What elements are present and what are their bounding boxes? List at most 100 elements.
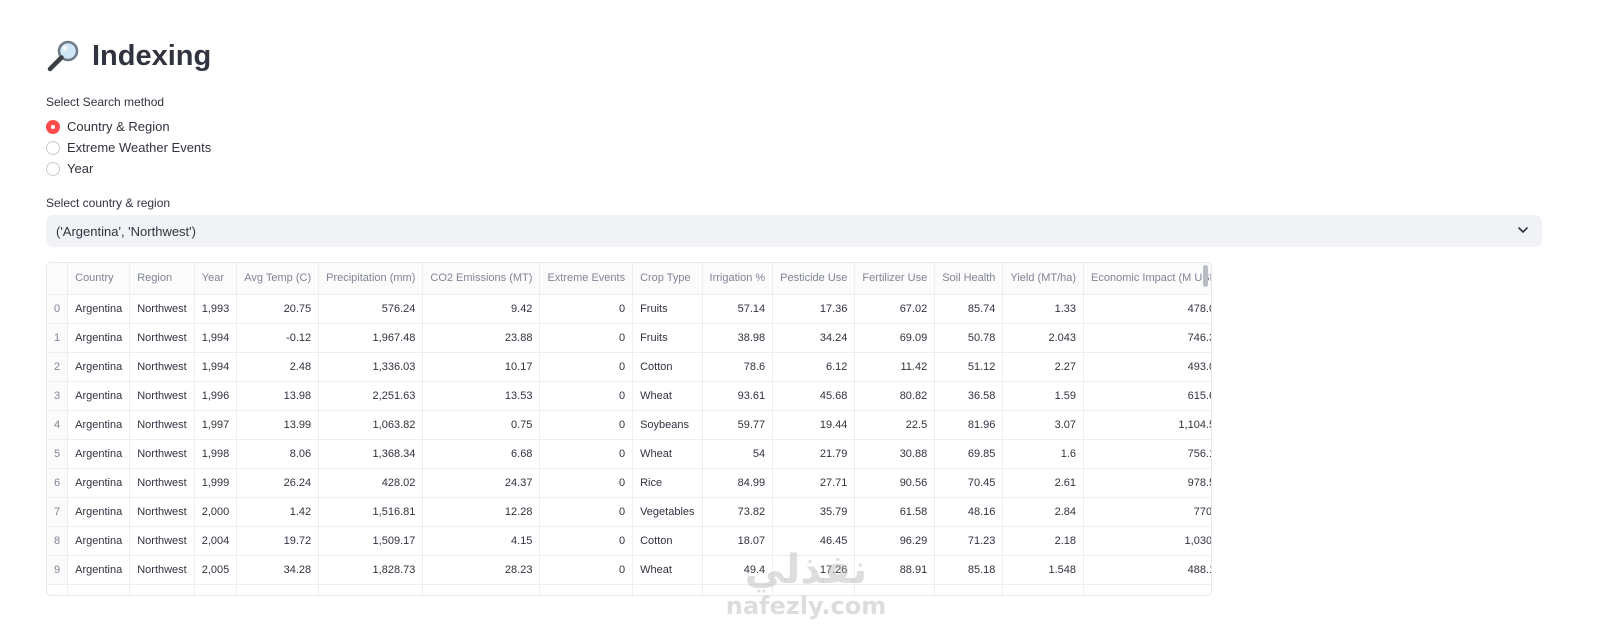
table-cell[interactable]: 51.12 (934, 352, 1004, 382)
column-header[interactable]: CO2 Emissions (MT) (422, 263, 541, 295)
table-cell[interactable]: 1,994 (194, 352, 238, 382)
table-cell[interactable]: 0 (539, 352, 634, 382)
table-cell[interactable]: 34.28 (236, 555, 320, 585)
column-header[interactable]: Economic Impact (M USD) (1083, 263, 1211, 295)
table-cell[interactable]: 80.82 (854, 381, 936, 411)
row-index-cell[interactable]: 3 (47, 381, 69, 411)
table-cell[interactable]: 1,030.5 (1083, 526, 1211, 556)
table-cell[interactable]: 1,994 (194, 323, 238, 353)
table-cell[interactable]: 13.53 (422, 381, 541, 411)
table-cell[interactable]: Cotton (632, 352, 703, 382)
column-header[interactable]: Crop Type (632, 263, 703, 295)
table-cell[interactable]: 73.82 (702, 497, 774, 527)
table-cell[interactable]: 1,997 (194, 410, 238, 440)
table-row[interactable]: 8 Argentina Northwest 2,004 19.72 1,509.17 4.1… (47, 526, 1211, 556)
table-cell[interactable]: Northwest (129, 352, 195, 382)
table-cell[interactable]: 0 (539, 410, 634, 440)
column-header[interactable]: Region (129, 263, 195, 295)
table-cell[interactable]: 59.77 (702, 410, 774, 440)
table-cell[interactable]: 19.44 (772, 410, 856, 440)
table-row[interactable]: 0 Argentina Northwest 1,993 20.75 576.24 9.42 0… (47, 294, 1211, 324)
table-cell[interactable]: 2,251.63 (318, 381, 424, 411)
table-cell[interactable]: 48.16 (934, 497, 1004, 527)
table-cell[interactable]: 0 (539, 381, 634, 411)
chevron-down-icon[interactable] (1516, 223, 1530, 237)
table-cell[interactable]: 9.42 (422, 294, 541, 324)
table-cell[interactable]: Rice (632, 468, 703, 498)
table-cell[interactable]: 1,104.59 (1083, 410, 1211, 440)
table-cell[interactable]: 2.27 (1002, 352, 1085, 382)
table-cell[interactable]: 3.07 (1002, 410, 1085, 440)
table-cell[interactable]: 0 (539, 497, 634, 527)
table-cell[interactable]: Wheat (632, 555, 703, 585)
table-row[interactable]: 6 Argentina Northwest 1,999 26.24 428.02 24.37… (47, 468, 1211, 498)
table-cell[interactable]: Northwest (129, 381, 195, 411)
table-cell[interactable]: 30.88 (854, 439, 936, 469)
table-cell[interactable]: 1.548 (1002, 555, 1085, 585)
table-cell[interactable]: Argentina (67, 439, 131, 469)
table-cell[interactable]: 21.79 (772, 439, 856, 469)
table-cell[interactable]: 13.98 (236, 381, 320, 411)
table-cell[interactable]: 493.08 (1083, 352, 1211, 382)
table-row[interactable]: 3 Argentina Northwest 1,996 13.98 2,251.63 13.… (47, 381, 1211, 411)
table-cell[interactable]: 0 (539, 468, 634, 498)
table-cell[interactable]: 61.58 (854, 497, 936, 527)
table-cell[interactable]: 0 (539, 555, 634, 585)
table-cell[interactable]: 67.02 (854, 294, 936, 324)
row-index-cell[interactable]: 5 (47, 439, 69, 469)
table-cell[interactable]: 12.28 (422, 497, 541, 527)
table-cell[interactable]: 69.85 (934, 439, 1004, 469)
row-index-cell[interactable]: 7 (47, 497, 69, 527)
table-cell[interactable]: 20.75 (236, 294, 320, 324)
table-cell[interactable]: 1,516.81 (318, 497, 424, 527)
table-cell[interactable]: Northwest (129, 323, 195, 353)
column-header[interactable]: Precipitation (mm) (318, 263, 424, 295)
table-cell[interactable]: 1,993 (194, 294, 238, 324)
table-cell[interactable]: Argentina (67, 381, 131, 411)
table-cell[interactable]: Northwest (129, 555, 195, 585)
table-cell[interactable]: Northwest (129, 294, 195, 324)
table-cell[interactable]: 1.42 (236, 497, 320, 527)
row-index-cell[interactable]: 8 (47, 526, 69, 556)
row-index-cell[interactable]: 0 (47, 294, 69, 324)
table-cell[interactable]: 24.37 (422, 468, 541, 498)
table-cell[interactable]: 4.15 (422, 526, 541, 556)
table-cell[interactable]: 93.61 (702, 381, 774, 411)
table-cell[interactable]: 85.74 (934, 294, 1004, 324)
table-row[interactable]: 5 Argentina Northwest 1,998 8.06 1,368.34 6.68… (47, 439, 1211, 469)
table-row[interactable]: 1 Argentina Northwest 1,994 -0.12 1,967.48 23.… (47, 323, 1211, 353)
table-cell[interactable]: 576.24 (318, 294, 424, 324)
table-cell[interactable]: 26.24 (236, 468, 320, 498)
table-cell[interactable]: Argentina (67, 410, 131, 440)
table-cell[interactable]: Fruits (632, 294, 703, 324)
table-cell[interactable]: Wheat (632, 381, 703, 411)
table-cell[interactable]: 1,368.34 (318, 439, 424, 469)
table-scrollbar[interactable] (1203, 265, 1208, 287)
table-cell[interactable]: Argentina (67, 555, 131, 585)
table-cell[interactable]: 978.59 (1083, 468, 1211, 498)
table-cell[interactable]: Northwest (129, 439, 195, 469)
column-header[interactable]: Yield (MT/ha) (1002, 263, 1085, 295)
table-cell[interactable]: 6.12 (772, 352, 856, 382)
table-cell[interactable]: 23.88 (422, 323, 541, 353)
table-cell[interactable]: 2.61 (1002, 468, 1085, 498)
table-cell[interactable]: 1.59 (1002, 381, 1085, 411)
radio-option-extreme-weather[interactable]: Extreme Weather Events (46, 137, 211, 158)
column-header[interactable]: Soil Health (934, 263, 1004, 295)
table-cell[interactable]: 0.75 (422, 410, 541, 440)
column-header[interactable]: Pesticide Use (772, 263, 856, 295)
table-cell[interactable]: 17.36 (772, 294, 856, 324)
table-cell[interactable]: 1,998 (194, 439, 238, 469)
row-index-cell[interactable]: 6 (47, 468, 69, 498)
table-cell[interactable]: 13.99 (236, 410, 320, 440)
row-index-cell[interactable]: 9 (47, 555, 69, 585)
table-cell[interactable]: 81.96 (934, 410, 1004, 440)
table-cell[interactable]: 756.14 (1083, 439, 1211, 469)
table-cell[interactable]: 1,063.82 (318, 410, 424, 440)
table-cell[interactable]: 746.34 (1083, 323, 1211, 353)
table-cell[interactable]: 45.68 (772, 381, 856, 411)
table-cell[interactable]: 2.84 (1002, 497, 1085, 527)
table-cell[interactable]: 1,509.17 (318, 526, 424, 556)
table-cell[interactable]: 85.18 (934, 555, 1004, 585)
table-cell[interactable]: 488.17 (1083, 555, 1211, 585)
